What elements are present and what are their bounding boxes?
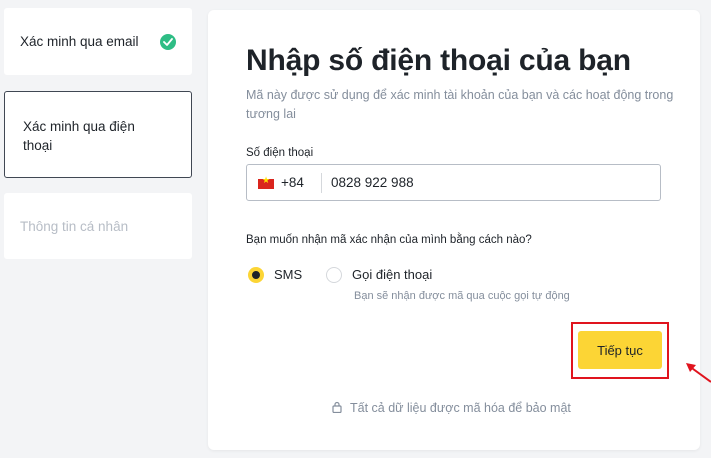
step-phone-verification[interactable]: Xác minh qua điện thoại [4, 91, 192, 178]
input-divider [321, 173, 322, 193]
security-note-text: Tất cả dữ liệu được mã hóa để bảo mật [350, 401, 571, 415]
vietnam-flag-icon[interactable] [258, 176, 274, 189]
radio-sms[interactable]: SMS [248, 266, 318, 284]
step-email-verification[interactable]: Xác minh qua email [4, 8, 192, 75]
continue-button[interactable]: Tiếp tục [578, 331, 662, 369]
security-note: Tất cả dữ liệu được mã hóa để bảo mật [332, 401, 571, 416]
page-title: Nhập số điện thoại của bạn [246, 44, 631, 77]
radio-phone-call[interactable]: Gọi điện thoại [326, 266, 446, 284]
page-subtitle: Mã này được sử dụng để xác minh tài khoả… [246, 88, 674, 121]
check-icon [160, 34, 176, 50]
call-method-hint: Bạn sẽ nhận được mã qua cuộc gọi tự động [354, 290, 570, 302]
method-question: Bạn muốn nhận mã xác nhận của mình bằng … [246, 234, 532, 246]
radio-dot[interactable] [326, 267, 342, 283]
country-dial-code[interactable]: +84 [281, 175, 304, 190]
phone-form-card: Nhập số điện thoại của bạn Mã này được s… [208, 10, 700, 450]
phone-field-label: Số điện thoại [246, 147, 314, 159]
radio-label: Gọi điện thoại [352, 267, 433, 282]
step-label: Thông tin cá nhân [20, 219, 129, 234]
radio-dot[interactable] [248, 267, 264, 283]
phone-number-input[interactable] [331, 175, 631, 190]
lock-icon [332, 401, 342, 416]
radio-label: SMS [274, 267, 303, 282]
step-personal-info: Thông tin cá nhân [4, 193, 192, 259]
phone-field[interactable]: +84 [246, 164, 661, 201]
step-label: Xác minh qua điện thoại [23, 119, 135, 153]
step-label: Xác minh qua email [20, 34, 139, 49]
arrow-icon [686, 363, 711, 383]
